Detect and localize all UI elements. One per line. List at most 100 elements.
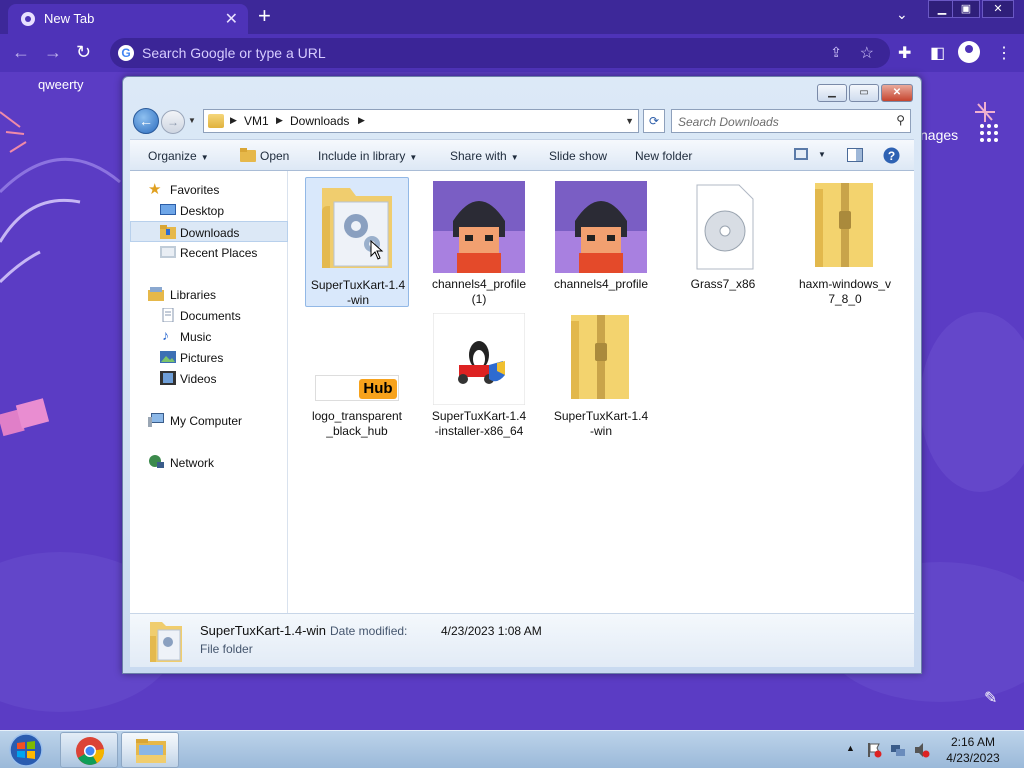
nav-videos-label: Videos [180,372,217,386]
back-button[interactable]: ← [133,108,159,134]
show-hidden-icons-icon[interactable]: ▲ [846,743,855,753]
refresh-icon[interactable]: ⟳ [643,109,665,133]
nav-videos[interactable]: Videos [130,368,288,389]
nav-documents-label: Documents [180,309,241,323]
network-status-icon[interactable] [890,742,906,758]
libraries-icon [148,287,164,301]
omnibox-input[interactable] [142,44,782,62]
omnibox[interactable]: G ⇪ ☆ [110,38,890,68]
new-tab-button[interactable]: + [258,4,271,28]
search-input[interactable] [678,114,878,129]
nav-music[interactable]: ♪ Music [130,326,288,347]
share-icon[interactable]: ⇪ [830,44,842,61]
file-label: SuperTuxKart-1.4 -win [310,278,406,307]
file-item-supertuxkart-zip[interactable]: SuperTuxKart-1.4 -win [549,309,653,439]
nav-pictures[interactable]: Pictures [130,347,288,368]
tab-search-icon[interactable]: ⌄ [896,6,908,23]
address-bar[interactable]: ▶ VM1 ▶ Downloads ▶ ▼ [203,109,639,133]
music-note-icon: ♪ [162,327,169,343]
nav-desktop[interactable]: Desktop [130,200,288,221]
side-panel-icon[interactable]: ◧ [930,43,945,63]
extensions-icon[interactable]: ✚ [898,43,911,63]
nav-libraries[interactable]: Libraries [130,284,288,305]
nav-documents[interactable]: Documents [130,305,288,326]
breadcrumb-vm1[interactable]: VM1 [244,114,269,128]
nav-downloads[interactable]: Downloads [130,221,288,242]
nav-recent-places[interactable]: Recent Places [130,242,288,263]
file-item-supertuxkart-folder[interactable]: SuperTuxKart-1.4 -win [305,177,409,307]
search-box[interactable]: ⚲ [671,109,911,133]
forward-arrow-icon[interactable]: → [44,42,62,63]
minimize-button[interactable]: ▁ [817,84,847,102]
include-in-library-button[interactable]: Include in library ▼ [318,149,417,163]
system-clock[interactable]: 2:16 AM 4/23/2023 [940,734,1006,766]
details-file-name: SuperTuxKart-1.4-win [200,623,326,638]
file-item-supertuxkart-installer[interactable]: SuperTuxKart-1.4 -installer-x86_64 [427,309,531,439]
help-icon[interactable]: ? [883,147,900,164]
change-view-icon[interactable] [794,148,808,160]
start-button-icon[interactable] [6,733,46,767]
chrome-icon [76,737,105,765]
nav-my-computer[interactable]: My Computer [130,410,288,431]
slide-show-button[interactable]: Slide show [549,149,607,163]
clock-time: 2:16 AM [950,735,996,749]
file-item-channels4-profile-1[interactable]: channels4_profile (1) [427,177,531,307]
include-in-library-label: Include in library [318,149,406,163]
taskbar-chrome-button[interactable] [60,732,118,768]
open-button[interactable]: Open [260,149,289,163]
details-pane: SuperTuxKart-1.4-win Date modified: 4/23… [130,613,914,667]
new-folder-button[interactable]: New folder [635,149,692,163]
taskbar-explorer-button[interactable] [121,732,179,768]
share-with-button[interactable]: Share with ▼ [450,149,519,163]
organize-button[interactable]: Organize ▼ [148,149,209,163]
open-folder-icon [240,148,256,162]
ntp-images-link[interactable]: nages [920,127,958,143]
address-dropdown-icon[interactable]: ▼ [625,116,634,126]
image-thumbnail [433,181,525,273]
breadcrumb-downloads[interactable]: Downloads [290,114,349,128]
chevron-right-icon[interactable]: ▶ [276,115,283,126]
close-button[interactable]: ✕ [881,84,913,102]
recent-pages-dropdown-icon[interactable]: ▼ [188,116,196,125]
file-item-logo-transparent-black-hub[interactable]: Hub logo_transparent _black_hub [305,309,409,439]
customize-pencil-icon[interactable]: ✎ [984,688,997,708]
explorer-window: ▁ ▭ ✕ ← → ▼ ▶ VM1 ▶ Downloads ▶ ▼ ⟳ ⚲ Or… [122,76,922,674]
chevron-right-icon[interactable]: ▶ [358,115,365,126]
chrome-menu-icon[interactable]: ⋮ [996,43,1012,63]
action-center-flag-icon[interactable] [866,742,882,758]
tab-new-tab[interactable]: New Tab ✕ [8,4,248,34]
reload-icon[interactable]: ↻ [76,42,91,63]
maximize-button[interactable]: ▭ [849,84,879,102]
forward-button[interactable]: → [161,110,185,134]
profile-avatar-icon[interactable] [958,41,980,63]
chevron-right-icon[interactable]: ▶ [230,115,237,126]
back-arrow-icon[interactable]: ← [12,42,30,63]
close-tab-icon[interactable]: ✕ [225,9,238,29]
bookmark-qweerty[interactable]: qweerty [38,77,84,92]
organize-label: Organize [148,149,197,163]
star-icon: ★ [148,181,162,198]
file-item-channels4-profile[interactable]: channels4_profile [549,177,653,307]
bookmark-star-icon[interactable]: ☆ [860,43,874,63]
view-options-dropdown-icon[interactable]: ▼ [818,150,826,159]
vm-restore-button[interactable]: ▣ [952,0,980,18]
vm-close-button[interactable]: ✕ [982,0,1014,18]
file-item-grass7-x86[interactable]: Grass7_x86 [671,177,775,307]
file-label: Grass7_x86 [690,277,756,291]
file-list: SuperTuxKart-1.4 -win channels4_profile … [289,171,914,613]
tab-title: New Tab [44,11,95,26]
preview-pane-icon[interactable] [847,148,863,162]
installer-icon [433,313,525,405]
search-icon[interactable]: ⚲ [896,113,905,127]
nav-network[interactable]: Network [130,452,288,473]
volume-muted-icon[interactable] [914,742,930,758]
folder-icon [150,622,182,662]
nav-favorites[interactable]: ★ Favorites [130,179,288,200]
explorer-nav-row: ← → ▼ ▶ VM1 ▶ Downloads ▶ ▼ ⟳ ⚲ [131,107,913,135]
explorer-body: ★ Favorites Desktop Downloads Recent Pla… [130,171,914,667]
tab-strip: New Tab ✕ + ⌄ ▁ ▣ ✕ [0,0,1024,34]
details-modified-value: 4/23/2023 1:08 AM [441,624,542,638]
command-bar: Organize ▼ Open Include in library ▼ Share… [130,139,914,171]
file-item-haxm-windows[interactable]: haxm-windows_v 7_8_0 [793,177,897,307]
google-apps-icon[interactable] [980,124,1000,144]
